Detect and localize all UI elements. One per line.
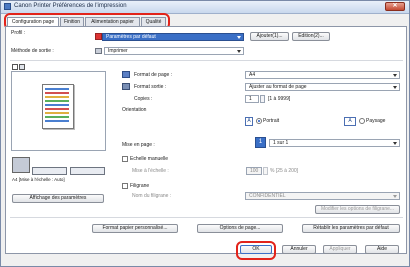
settings-panel: Profil : Paramètres par défaut Ajouter(1… <box>5 26 407 254</box>
orientation-label: Orientation <box>122 107 147 113</box>
cancel-button[interactable]: Annuler <box>282 245 316 254</box>
scaling-stepper[interactable] <box>263 167 268 175</box>
view-toggle-icon[interactable] <box>12 64 18 70</box>
page-layout-select[interactable]: 1 sur 1 <box>269 139 400 147</box>
output-size-select[interactable]: Ajuster au format de page <box>245 83 400 91</box>
profile-label: Profil : <box>11 30 26 36</box>
copies-label: Copies : <box>134 96 153 102</box>
page-size-value: A4 <box>249 72 256 78</box>
profile-value: Paramètres par défaut <box>106 34 156 40</box>
manual-scaling-checkbox[interactable] <box>122 156 128 162</box>
copies-range: [1 à 9999] <box>268 96 291 102</box>
copies-input[interactable]: 1 <box>245 95 259 103</box>
preview-line <box>45 96 69 98</box>
preview-line <box>45 88 69 90</box>
preview-line <box>45 112 69 114</box>
chevron-down-icon <box>393 195 397 198</box>
printer-icon <box>95 48 102 54</box>
preview-line <box>45 104 69 106</box>
page-layout-label: Mise en page : <box>122 142 155 148</box>
page-layout-value: 1 sur 1 <box>273 140 289 146</box>
chevron-down-icon <box>393 142 397 145</box>
tab-qualite[interactable]: Qualité <box>141 17 166 26</box>
page-size-label: Format de page : <box>134 72 173 78</box>
chevron-down-icon <box>237 50 241 53</box>
watermark-name-value: CONFIDENTIEL <box>249 193 286 199</box>
help-button[interactable]: Aide <box>365 245 399 254</box>
landscape-label: Paysage <box>366 118 386 124</box>
landscape-icon: A <box>344 117 356 126</box>
tab-alimentation-papier[interactable]: Alimentation papier <box>85 17 140 26</box>
apply-button[interactable]: Appliquer <box>323 245 357 254</box>
output-size-value: Ajuster au format de page <box>249 84 307 90</box>
scaling-label: Mise à l'échelle : <box>132 168 169 174</box>
page-options-button[interactable]: Options de page... <box>197 224 283 233</box>
watermark-name-select[interactable]: CONFIDENTIEL <box>245 192 400 200</box>
edit-watermark-button[interactable]: Modifier les options de filigrane... <box>315 205 400 214</box>
portrait-icon: A <box>245 117 253 126</box>
output-method-select[interactable]: Imprimer <box>104 47 244 55</box>
output-size-icon <box>122 83 130 90</box>
divider <box>10 217 403 218</box>
scaling-input[interactable]: 100 <box>246 167 262 175</box>
copies-stepper[interactable] <box>260 95 265 103</box>
output-method-label: Méthode de sortie : <box>11 48 54 54</box>
printer-preferences-window: Canon Printer Préférences de l'impressio… <box>0 0 410 267</box>
preview-caption: A4 [Mise à l'échelle : Auto] <box>12 177 65 182</box>
edit-profile-button[interactable]: Edition(2)... <box>292 32 330 41</box>
landscape-radio[interactable] <box>359 118 365 124</box>
page-size-select[interactable]: A4 <box>245 71 400 79</box>
page-preview <box>42 84 74 129</box>
profile-select[interactable]: Paramètres par défaut <box>102 33 244 41</box>
manual-scaling-label: Echelle manuelle <box>130 156 169 162</box>
view-toggle-icon[interactable] <box>19 64 25 70</box>
printer-icon <box>4 3 11 10</box>
preview-line <box>45 92 69 94</box>
preview-frame <box>11 71 106 151</box>
chevron-down-icon <box>393 74 397 77</box>
window-title: Canon Printer Préférences de l'impressio… <box>14 3 127 9</box>
preview-line <box>45 108 69 110</box>
scaling-range: % [25 à 200] <box>270 168 299 174</box>
view-settings-button[interactable]: Affichage des paramètres <box>12 194 104 203</box>
portrait-radio[interactable] <box>256 118 262 124</box>
divider <box>10 60 403 61</box>
output-size-label: Format sortie : <box>134 84 167 90</box>
layout-icon <box>32 167 67 175</box>
output-method-value: Imprimer <box>108 48 128 54</box>
watermark-checkbox[interactable] <box>122 183 128 189</box>
preview-line <box>45 120 69 122</box>
custom-paper-size-button[interactable]: Format papier personnalisé... <box>92 224 178 233</box>
ok-button[interactable]: OK <box>240 245 272 254</box>
watermark-label: Filigrane <box>130 183 150 189</box>
chevron-down-icon <box>237 36 241 39</box>
tab-finition[interactable]: Finition <box>60 17 84 26</box>
watermark-name-label: Nom du filigrane : <box>132 193 172 199</box>
add-profile-button[interactable]: Ajouter(1)... <box>250 32 289 41</box>
page-layout-icon: 1 <box>255 137 266 148</box>
close-button[interactable]: ✕ <box>385 2 405 11</box>
portrait-label: Portrait <box>263 118 280 124</box>
layout-icon <box>70 167 105 175</box>
preview-line <box>45 116 69 118</box>
preview-line <box>45 100 69 102</box>
profile-icon <box>95 33 102 40</box>
chevron-down-icon <box>393 86 397 89</box>
page-size-icon <box>122 71 130 78</box>
printer-icon <box>12 157 30 173</box>
restore-defaults-button[interactable]: Rétablir les paramètres par défaut <box>302 224 400 233</box>
